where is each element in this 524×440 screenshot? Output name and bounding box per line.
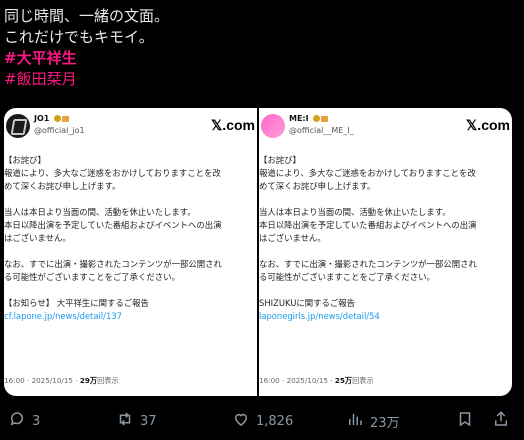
card-text-line: めて深くお詫び申し上げます。 (259, 181, 376, 191)
bookmark-button[interactable] (456, 410, 474, 432)
repost-count: 37 (140, 413, 157, 429)
card-text-line: 本日以降出演を予定していた番組およびイベントへの出演 (259, 220, 477, 230)
x-com-logo: 𝕏.com (466, 117, 510, 133)
reply-button[interactable]: 3 (8, 410, 40, 432)
card-text-line: 報道により、多大なご迷惑をおかけしておりますことを改 (4, 168, 221, 178)
tweet-text: 同じ時間、一緒の文面。 これだけでもキモイ。 #大平祥生 #飯田栞月 (4, 0, 504, 90)
card-header: ME:I @official__ME_I_ 𝕏.com (259, 108, 512, 144)
hashtag-link[interactable]: #飯田栞月 (4, 69, 504, 90)
card-title: 【お詫び】 (259, 155, 301, 165)
like-button[interactable]: 1,826 (232, 410, 293, 432)
affiliate-badge-icon (321, 115, 329, 122)
verified-badge-icon (313, 115, 321, 122)
repost-button[interactable]: 37 (116, 410, 157, 432)
card-title: 【お詫び】 (4, 155, 46, 165)
account-name-text: JO1 (34, 114, 50, 123)
account-name: ME:I (289, 114, 329, 123)
account-name: JO1 (34, 114, 70, 123)
card-url: laponegirls.jp/news/detail/54 (259, 311, 380, 321)
views-count: 23万 (370, 415, 400, 431)
verified-badge-icon (54, 115, 62, 122)
avatar (6, 114, 30, 138)
account-name-text: ME:I (289, 114, 309, 123)
card-text-line: 当人は本日より当面の間、活動を休止いたします。 (4, 207, 196, 217)
card-views-suffix: 回表示 (97, 376, 119, 385)
views-button[interactable]: 23万 (346, 410, 400, 432)
card-text-line: はございません。 (4, 233, 71, 243)
bookmark-icon (456, 410, 474, 432)
card-body: 【お詫び】 報道により、多大なご迷惑をおかけしておりますことを改 めて深くお詫び… (259, 154, 512, 323)
card-views: 25万 (334, 376, 353, 385)
avatar (261, 114, 285, 138)
card-text-line: なお、すでに出演・撮影されたコンテンツが一部公開され (259, 259, 477, 269)
account-handle: @official__ME_I_ (289, 126, 354, 135)
tweet-line-2: これだけでもキモイ。 (4, 28, 154, 46)
like-count: 1,826 (256, 413, 294, 429)
screenshot-card-mei[interactable]: ME:I @official__ME_I_ 𝕏.com 【お詫び】 報道により、… (259, 108, 512, 396)
card-text-line: めて深くお詫び申し上げます。 (4, 181, 121, 191)
x-com-logo: 𝕏.com (211, 117, 255, 133)
card-text-line: る可能性がございますことをご了承ください。 (4, 272, 180, 282)
card-text-line: 報道により、多大なご迷惑をおかけしておりますことを改 (259, 168, 476, 178)
tweet-media[interactable]: JO1 @official_jo1 𝕏.com 【お詫び】 報道により、多大なご… (4, 108, 512, 396)
card-meta: 16:00 · 2025/10/15 · 29万回表示 (4, 376, 119, 386)
card-time: 16:00 · 2025/10/15 · (259, 376, 335, 385)
card-meta: 16:00 · 2025/10/15 · 25万回表示 (259, 376, 374, 386)
reply-icon (8, 410, 26, 432)
card-body: 【お詫び】 報道により、多大なご迷惑をおかけしておりますことを改 めて深くお詫び… (4, 154, 257, 323)
like-icon (232, 410, 250, 432)
affiliate-badge-icon (62, 115, 70, 122)
screenshot-card-jo1[interactable]: JO1 @official_jo1 𝕏.com 【お詫び】 報道により、多大なご… (4, 108, 257, 396)
card-url: cf.lapone.jp/news/detail/137 (4, 311, 122, 321)
card-text-line: 当人は本日より当面の間、活動を休止いたします。 (259, 207, 451, 217)
card-header: JO1 @official_jo1 𝕏.com (4, 108, 257, 144)
card-views-suffix: 回表示 (352, 376, 374, 385)
hashtag-link[interactable]: #大平祥生 (4, 48, 504, 69)
card-text-line: 本日以降出演を予定していた番組およびイベントへの出演 (4, 220, 222, 230)
share-icon (492, 410, 510, 432)
card-text-line: なお、すでに出演・撮影されたコンテンツが一部公開され (4, 259, 222, 269)
account-handle: @official_jo1 (34, 126, 85, 135)
repost-icon (116, 410, 134, 432)
reply-count: 3 (32, 413, 41, 429)
card-views: 29万 (79, 376, 98, 385)
card-time: 16:00 · 2025/10/15 · (4, 376, 80, 385)
tweet-line-1: 同じ時間、一緒の文面。 (4, 7, 170, 25)
card-text-line: る可能性がございますことをご了承ください。 (259, 272, 435, 282)
card-text-line: はございません。 (259, 233, 326, 243)
share-button[interactable] (492, 410, 510, 432)
card-notice: 【お知らせ】 大平祥生に関するご報告 (4, 298, 149, 308)
card-notice: SHIZUKUに関するご報告 (259, 298, 355, 308)
action-bar: 3 37 1,826 23万 (0, 400, 524, 436)
views-icon (346, 410, 364, 432)
